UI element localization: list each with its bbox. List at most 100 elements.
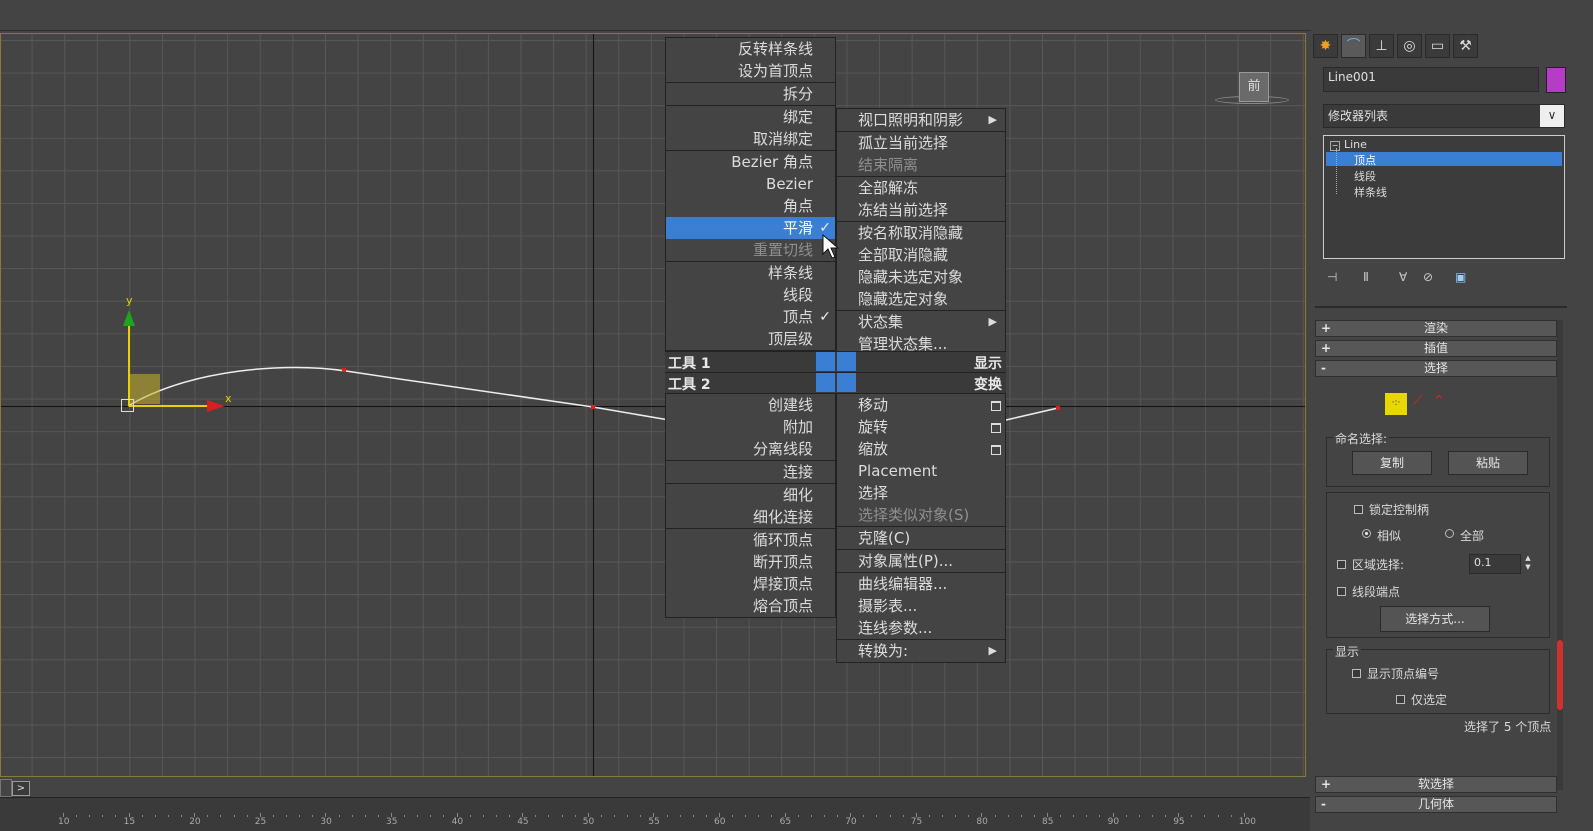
- display-item-5[interactable]: 按名称取消隐藏: [837, 221, 1005, 244]
- modify-tab-icon[interactable]: ⌒: [1341, 34, 1366, 58]
- tools2-item-6[interactable]: 循环顶点: [666, 528, 835, 551]
- object-color-swatch[interactable]: [1546, 67, 1566, 93]
- modifier-list-dropdown[interactable]: 修改器列表 ∨: [1323, 104, 1565, 128]
- tools2-item-4[interactable]: 细化: [666, 483, 835, 506]
- display-item-4[interactable]: 冻结当前选择: [837, 199, 1005, 221]
- tools2-item-9[interactable]: 熔合顶点: [666, 595, 835, 617]
- tools2-item-7[interactable]: 断开顶点: [666, 551, 835, 573]
- stack-item-segment[interactable]: 线段: [1354, 168, 1376, 184]
- make-unique-icon[interactable]: ∀: [1399, 270, 1407, 284]
- area-selection-value[interactable]: 0.1: [1469, 554, 1521, 574]
- object-name-field[interactable]: Line001: [1323, 67, 1539, 92]
- settings-box-icon[interactable]: [991, 401, 1001, 411]
- tools1-item-12[interactable]: 顶点 ✓: [666, 306, 835, 328]
- display-item-0[interactable]: 视口照明和阴影 ▶: [837, 109, 1005, 131]
- settings-box-icon[interactable]: [991, 423, 1001, 433]
- display-item-1[interactable]: 孤立当前选择: [837, 131, 1005, 154]
- quad-center-br[interactable]: [837, 373, 856, 392]
- panel-scrollbar-thumb[interactable]: [1557, 640, 1563, 710]
- timeline-nav-button[interactable]: >: [12, 781, 30, 796]
- tools1-item-9[interactable]: 重置切线: [666, 239, 835, 261]
- alike-radio[interactable]: [1362, 529, 1371, 538]
- transform-item-7[interactable]: 对象属性(P)...: [837, 549, 1005, 572]
- lock-handles-checkbox[interactable]: [1354, 505, 1363, 514]
- transform-item-4[interactable]: 选择: [837, 482, 1005, 504]
- rollout-soft-selection[interactable]: + 软选择: [1315, 776, 1557, 793]
- selected-only-checkbox[interactable]: [1396, 695, 1405, 704]
- remove-modifier-icon[interactable]: ⊘: [1423, 270, 1433, 284]
- tools1-item-13[interactable]: 顶层级: [666, 328, 835, 350]
- rollout-interpolation[interactable]: + 插值: [1315, 340, 1557, 357]
- transform-item-1[interactable]: 旋转: [837, 416, 1005, 438]
- quad-center-tr[interactable]: [837, 352, 856, 371]
- selection-level-segment-icon[interactable]: ⟋: [1413, 393, 1423, 409]
- copy-button[interactable]: 复制: [1352, 451, 1432, 475]
- stack-item-vertex[interactable]: 顶点: [1326, 152, 1562, 167]
- display-item-9[interactable]: 状态集 ▶: [837, 310, 1005, 333]
- gizmo-y-axis[interactable]: [128, 318, 130, 406]
- select-by-button[interactable]: 选择方式...: [1380, 606, 1490, 632]
- all-radio[interactable]: [1445, 529, 1454, 538]
- transform-item-5[interactable]: 选择类似对象(S): [837, 504, 1005, 526]
- selection-level-spline-icon[interactable]: ⌃: [1433, 393, 1445, 409]
- display-item-3[interactable]: 全部解冻: [837, 176, 1005, 199]
- tools1-item-8[interactable]: 平滑 ✓: [666, 217, 835, 239]
- stack-item-spline[interactable]: 样条线: [1354, 184, 1387, 200]
- transform-item-10[interactable]: 连线参数...: [837, 617, 1005, 639]
- create-tab-icon[interactable]: ✸: [1313, 34, 1338, 58]
- tools1-item-6[interactable]: Bezier: [666, 173, 835, 195]
- selection-level-vertex-icon[interactable]: ·:·: [1385, 393, 1407, 415]
- transform-item-0[interactable]: 移动: [837, 394, 1005, 416]
- segment-end-checkbox[interactable]: [1337, 587, 1346, 596]
- panel-scrollbar[interactable]: [1557, 320, 1563, 790]
- tools1-item-0[interactable]: 反转样条线: [666, 38, 835, 60]
- rollout-geometry[interactable]: - 几何体: [1315, 796, 1557, 813]
- rollout-selection[interactable]: - 选择: [1315, 360, 1557, 377]
- chevron-down-icon[interactable]: ∨: [1540, 105, 1564, 127]
- tools1-item-10[interactable]: 样条线: [666, 261, 835, 284]
- spinner-icon[interactable]: ▲ ▼: [1523, 554, 1533, 574]
- display-item-7[interactable]: 隐藏未选定对象: [837, 266, 1005, 288]
- transform-item-3[interactable]: Placement: [837, 460, 1005, 482]
- hierarchy-tab-icon[interactable]: ⊥: [1369, 34, 1394, 58]
- tools1-item-7[interactable]: 角点: [666, 195, 835, 217]
- gizmo-pivot[interactable]: [121, 399, 134, 412]
- tools1-item-5[interactable]: Bezier 角点: [666, 150, 835, 173]
- show-vertex-numbers-checkbox[interactable]: [1352, 669, 1361, 678]
- motion-tab-icon[interactable]: ◎: [1397, 34, 1422, 58]
- display-item-2[interactable]: 结束隔离: [837, 154, 1005, 176]
- transform-item-6[interactable]: 克隆(C): [837, 526, 1005, 549]
- quad-center-tl[interactable]: [816, 352, 835, 371]
- rollout-render[interactable]: + 渲染: [1315, 320, 1557, 337]
- configure-sets-icon[interactable]: ▣: [1455, 270, 1466, 284]
- display-item-8[interactable]: 隐藏选定对象: [837, 288, 1005, 310]
- gizmo-x-axis[interactable]: [129, 405, 219, 407]
- tools1-item-3[interactable]: 绑定: [666, 105, 835, 128]
- quad-center-bl[interactable]: [816, 373, 835, 392]
- timeline-scroll-track[interactable]: [0, 779, 12, 797]
- show-end-result-icon[interactable]: Ⅱ: [1363, 270, 1369, 284]
- display-item-6[interactable]: 全部取消隐藏: [837, 244, 1005, 266]
- transform-item-9[interactable]: 摄影表...: [837, 595, 1005, 617]
- tools1-item-1[interactable]: 设为首顶点: [666, 60, 835, 82]
- paste-button[interactable]: 粘贴: [1448, 451, 1528, 475]
- transform-item-2[interactable]: 缩放: [837, 438, 1005, 460]
- transform-item-8[interactable]: 曲线编辑器...: [837, 572, 1005, 595]
- tools1-item-4[interactable]: 取消绑定: [666, 128, 835, 150]
- transform-gizmo[interactable]: y x: [119, 294, 239, 413]
- tools2-item-0[interactable]: 创建线: [666, 394, 835, 416]
- utilities-tab-icon[interactable]: ⚒: [1453, 34, 1478, 58]
- transform-item-11[interactable]: 转换为: ▶: [837, 639, 1005, 662]
- tools2-item-1[interactable]: 附加: [666, 416, 835, 438]
- tools2-item-2[interactable]: 分离线段: [666, 438, 835, 460]
- display-tab-icon[interactable]: ▭: [1425, 34, 1450, 58]
- tools1-item-2[interactable]: 拆分: [666, 82, 835, 105]
- tools2-item-5[interactable]: 细化连接: [666, 506, 835, 528]
- area-selection-checkbox[interactable]: [1337, 560, 1346, 569]
- tools2-item-8[interactable]: 焊接顶点: [666, 573, 835, 595]
- tools1-item-11[interactable]: 线段: [666, 284, 835, 306]
- front-viewport[interactable]: 前 y x: [0, 33, 1306, 777]
- collapse-icon[interactable]: −: [1330, 141, 1340, 151]
- settings-box-icon[interactable]: [991, 445, 1001, 455]
- tools2-item-3[interactable]: 连接: [666, 460, 835, 483]
